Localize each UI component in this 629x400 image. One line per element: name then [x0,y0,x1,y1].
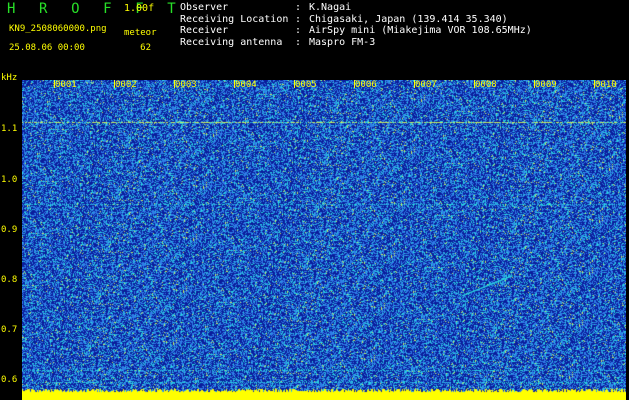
meteor-count: 62 [140,43,151,53]
y-tick-label: 0.8 [1,275,18,285]
info-key: Receiving antenna [180,36,283,48]
info-value: Chigasaki, Japan (139.414 35.340) [309,13,508,25]
info-separator: : [295,13,302,25]
info-row-observer: Observer: K.Nagai [180,2,532,14]
info-key: Observer [180,2,229,13]
spectrogram-canvas [22,80,626,400]
y-tick-label: 1.1 [1,124,18,134]
spectrogram [22,80,626,400]
station-info: Observer: K.Nagai Receiving Location: Chig… [180,2,532,48]
file-name: KN9_2508060000.png [9,24,107,34]
x-tick-label: 0006 [355,80,377,90]
y-axis-unit: kHz [1,73,18,83]
info-separator: : [295,2,302,13]
info-value: K.Nagai [309,2,352,13]
y-tick-label: 0.7 [1,325,18,335]
y-tick-label: 0.6 [1,375,18,385]
info-key: Receiving Location [180,13,289,25]
x-tick-label: 0005 [295,80,317,90]
x-tick-label: 0003 [175,80,197,90]
x-tick-label: 0001 [55,80,77,90]
info-separator: : [295,36,302,48]
x-tick-label: 0004 [235,80,257,90]
info-value: AirSpy mini (Miakejima VOR 108.65MHz) [309,25,532,36]
info-row-antenna: Receiving antenna: Maspro FM-3 [180,37,532,49]
info-key: Receiver [180,25,229,36]
y-tick-label: 1.0 [1,175,18,185]
info-separator: : [295,25,302,36]
y-tick-label: 0.9 [1,225,18,235]
x-tick-label: 0010 [595,80,617,90]
info-row-receiver: Receiver: AirSpy mini (Miakejima VOR 108.… [180,25,532,37]
info-row-location: Receiving Location: Chigasaki, Japan (139… [180,14,532,26]
observation-datetime: 25.08.06 00:00 [9,43,85,53]
version-label: 1.00f [124,3,155,14]
x-tick-label: 0002 [115,80,137,90]
app-title: H R O F F T [7,1,184,17]
x-tick-label: 0009 [535,80,557,90]
x-tick-label: 0008 [475,80,497,90]
info-value: Maspro FM-3 [309,36,376,48]
x-tick-label: 0007 [415,80,437,90]
meteor-label: meteor [124,28,157,38]
